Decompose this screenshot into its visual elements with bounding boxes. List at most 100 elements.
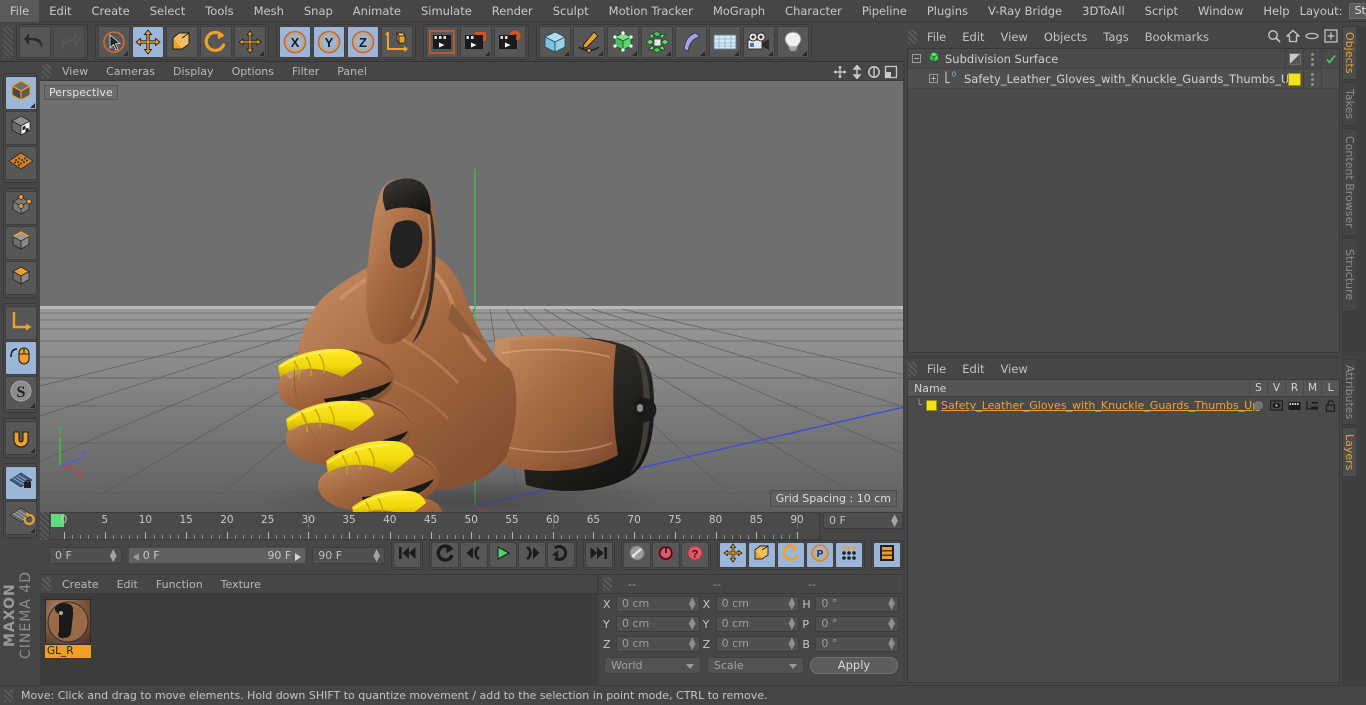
layer-visible-cell[interactable] <box>1267 397 1285 414</box>
visibility-cell[interactable] <box>1321 69 1339 89</box>
render-settings-button[interactable] <box>494 25 526 58</box>
max-frame-field[interactable]: 90 F ▲ ▼ <box>312 546 385 564</box>
add-spline-button[interactable] <box>573 25 605 58</box>
layer-manager-grip[interactable] <box>908 362 917 376</box>
current-frame-field[interactable]: 0 F ▲ ▼ <box>49 546 122 564</box>
menu-item-3dtoall[interactable]: 3DToAll <box>1072 0 1135 22</box>
material-name-label[interactable]: GL_R <box>45 645 91 658</box>
menu-item-script[interactable]: Script <box>1135 0 1188 22</box>
menu-item-mesh[interactable]: Mesh <box>244 0 294 22</box>
polygons-mode-button[interactable] <box>5 261 37 295</box>
position-key-button[interactable] <box>718 542 747 568</box>
preview-range-bar[interactable]: 0 F 90 F <box>127 546 307 564</box>
magnet-button[interactable] <box>5 421 37 455</box>
menu-item-render[interactable]: Render <box>482 0 543 22</box>
render-picture-viewer-button[interactable] <box>460 25 492 58</box>
object-menu-edit[interactable]: Edit <box>954 26 992 48</box>
model-mode-button[interactable] <box>5 111 37 145</box>
texture-mode-button[interactable] <box>5 146 37 180</box>
layer-row[interactable]: └ Safety_Leather_Gloves_with_Knuckle_Gua… <box>908 397 1339 414</box>
viewport-menu-panel[interactable]: Panel <box>328 62 376 81</box>
menu-item-select[interactable]: Select <box>140 0 195 22</box>
eye-icon[interactable] <box>1305 28 1319 47</box>
pos-z-field[interactable]: 0 cm ▲ ▼ <box>616 636 700 652</box>
make-editable-button[interactable] <box>5 76 37 110</box>
coordinates-grip[interactable] <box>603 577 612 591</box>
spinner-icon[interactable]: ▲ ▼ <box>110 548 117 563</box>
viewport-menu-display[interactable]: Display <box>164 62 223 81</box>
layer-manager-cell[interactable] <box>1303 397 1321 414</box>
menu-item-file[interactable]: File <box>0 0 40 22</box>
coordinate-mode-select[interactable]: Scale <box>707 656 804 674</box>
live-selection-button[interactable] <box>98 25 130 58</box>
status-bar-grip[interactable] <box>4 689 13 702</box>
play-mode-button[interactable] <box>430 542 459 568</box>
menu-item-animate[interactable]: Animate <box>343 0 411 22</box>
menu-item-snap[interactable]: Snap <box>294 0 343 22</box>
timeline-ruler[interactable]: 051015202530354045505560657075808590 <box>49 512 820 540</box>
parameter-key-button[interactable]: P <box>805 542 834 568</box>
material-list[interactable]: GL_R <box>40 594 597 685</box>
rot-p-field[interactable]: 0 ° ▲ ▼ <box>815 616 900 632</box>
tag-gradient-swatch[interactable] <box>1285 49 1303 69</box>
home-icon[interactable] <box>1285 28 1301 47</box>
viewport-menu-view[interactable]: View <box>53 62 97 81</box>
add-deformer-button[interactable] <box>675 25 707 58</box>
menu-item-create[interactable]: Create <box>82 0 140 22</box>
menu-item-sculpt[interactable]: Sculpt <box>543 0 599 22</box>
search-icon[interactable] <box>1267 28 1281 47</box>
autokeying-button[interactable] <box>651 542 680 568</box>
keyframe-selection-button[interactable]: ? <box>680 542 709 568</box>
rotation-key-button[interactable] <box>776 542 805 568</box>
spinner-icon[interactable]: ▲ ▼ <box>373 548 380 563</box>
tab-takes[interactable]: Takes <box>1342 82 1356 126</box>
move-camera-icon[interactable] <box>833 64 847 79</box>
apply-button[interactable]: Apply <box>810 656 898 674</box>
spinner-icon[interactable]: ▲ ▼ <box>888 637 895 652</box>
size-x-field[interactable]: 0 cm ▲ ▼ <box>715 596 800 612</box>
material-panel-grip[interactable] <box>42 577 51 591</box>
range-left-arrow-icon[interactable] <box>132 552 139 561</box>
material-menu-edit[interactable]: Edit <box>108 575 147 594</box>
viewport-canvas[interactable]: Perspective Grid Spacing : 10 cm Y X Z <box>40 81 903 512</box>
layer-menu-file[interactable]: File <box>919 359 954 379</box>
soft-selection-button[interactable]: S <box>5 376 37 410</box>
viewport-menu-filter[interactable]: Filter <box>283 62 328 81</box>
point-level-animation-button[interactable] <box>834 542 863 568</box>
pos-x-field[interactable]: 0 cm ▲ ▼ <box>616 596 700 612</box>
edges-mode-button[interactable] <box>5 226 37 260</box>
record-active-objects-button[interactable] <box>622 542 651 568</box>
toolbar-grip[interactable] <box>3 25 13 58</box>
pos-y-field[interactable]: 0 cm ▲ ▼ <box>616 616 700 632</box>
object-menu-objects[interactable]: Objects <box>1036 26 1095 48</box>
play-button[interactable] <box>488 542 517 568</box>
add-scene-object-button[interactable] <box>709 25 741 58</box>
rot-h-field[interactable]: 0 ° ▲ ▼ <box>815 596 900 612</box>
maximize-viewport-icon[interactable] <box>884 64 898 79</box>
undo-button[interactable] <box>19 25 51 58</box>
scale-key-button[interactable] <box>747 542 776 568</box>
viewport-solo-button[interactable] <box>5 341 37 375</box>
layer-menu-view[interactable]: View <box>993 359 1036 379</box>
expand-icon[interactable] <box>1324 28 1338 47</box>
current-frame-field-right[interactable]: 0 F ▲ ▼ <box>823 512 903 529</box>
spinner-icon[interactable]: ▲ ▼ <box>788 597 795 612</box>
animate-mode-button[interactable] <box>872 542 901 568</box>
go-to-end-button[interactable] <box>584 542 613 568</box>
next-frame-button[interactable] <box>517 542 546 568</box>
world-object-axis-button[interactable] <box>381 25 413 58</box>
size-z-field[interactable]: 0 cm ▲ ▼ <box>715 636 800 652</box>
spinner-icon[interactable]: ▲ ▼ <box>888 597 895 612</box>
add-mograph-button[interactable] <box>641 25 673 58</box>
spinner-icon[interactable]: ▲ ▼ <box>689 597 696 612</box>
menu-item-vray-bridge[interactable]: V-Ray Bridge <box>978 0 1072 22</box>
rotate-tool-button[interactable] <box>200 25 232 58</box>
object-menu-file[interactable]: File <box>919 26 954 48</box>
spinner-icon[interactable]: ▲ ▼ <box>888 617 895 632</box>
coordinate-space-select[interactable]: World <box>604 656 701 674</box>
object-menu-tags[interactable]: Tags <box>1095 26 1136 48</box>
range-right-arrow-icon[interactable] <box>295 552 302 561</box>
axis-lock-z-button[interactable]: Z <box>347 25 379 58</box>
object-menu-view[interactable]: View <box>993 26 1036 48</box>
add-camera-button[interactable] <box>743 25 775 58</box>
